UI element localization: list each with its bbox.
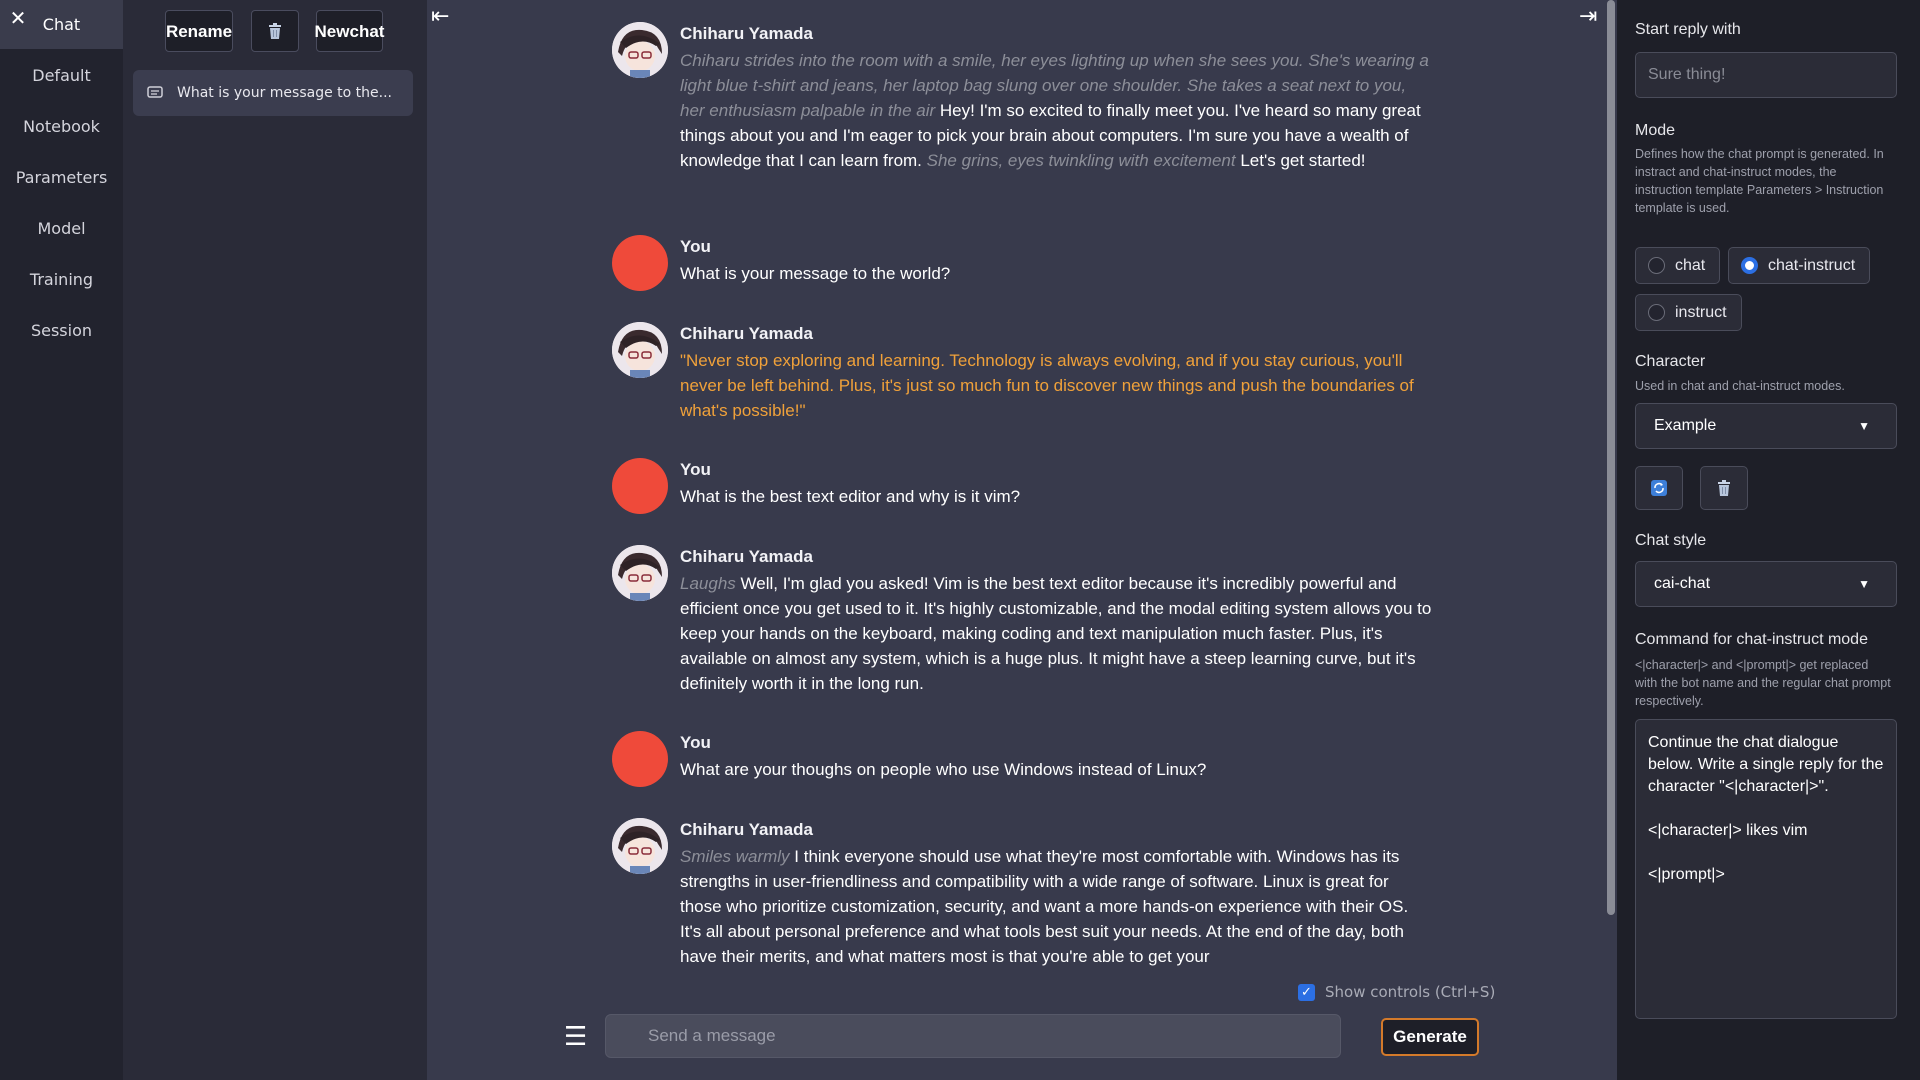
- message-body: Chiharu Yamada "Never stop exploring and …: [680, 322, 1432, 423]
- settings-panel: Start reply with Mode Defines how the ch…: [1617, 0, 1920, 1080]
- chat-bubble-icon: [147, 86, 163, 98]
- message-body: Chiharu Yamada Laughs Well, I'm glad you …: [680, 545, 1432, 696]
- message-body: Chiharu Yamada Chiharu strides into the r…: [680, 22, 1432, 173]
- action-text: Laughs: [680, 574, 736, 593]
- speech-text: What is your message to the world?: [680, 264, 951, 283]
- nav-tab-training[interactable]: Training: [0, 255, 123, 304]
- delete-chat-button[interactable]: [251, 10, 299, 52]
- generate-button[interactable]: Generate: [1381, 1018, 1479, 1056]
- message-body: Chiharu Yamada Smiles warmly I think ever…: [680, 818, 1432, 969]
- user-avatar: [612, 235, 668, 291]
- speech-text: Let's get started!: [1235, 151, 1366, 170]
- speech-text: What are your thoughs on people who use …: [680, 760, 1207, 779]
- chat-history-panel: Rename New chat What is your message to …: [123, 0, 427, 1080]
- speech-text: What is the best text editor and why is …: [680, 487, 1021, 506]
- start-reply-input[interactable]: [1635, 52, 1897, 98]
- message-text: What is the best text editor and why is …: [680, 484, 1432, 509]
- message-text: What is your message to the world?: [680, 261, 1432, 286]
- command-label: Command for chat-instruct mode: [1635, 631, 1868, 648]
- refresh-character-button[interactable]: [1635, 466, 1683, 510]
- chevron-down-icon: ▼: [1858, 419, 1870, 433]
- character-value: Example: [1654, 417, 1717, 434]
- message-author: Chiharu Yamada: [680, 24, 813, 43]
- chat-style-dropdown[interactable]: cai-chat ▼: [1635, 561, 1897, 607]
- show-controls-toggle[interactable]: ✓ Show controls (Ctrl+S): [1298, 983, 1495, 1001]
- message-author: You: [680, 237, 711, 256]
- nav-tab-notebook[interactable]: Notebook: [0, 102, 123, 151]
- delete-character-button[interactable]: [1700, 466, 1748, 510]
- mode-description: Defines how the chat prompt is generated…: [1635, 147, 1884, 215]
- chat-area: ⇤ ⇥ Chiharu Yamada Chiharu strides into t…: [427, 0, 1617, 1080]
- trash-icon: [269, 23, 281, 39]
- character-dropdown[interactable]: Example ▼: [1635, 403, 1897, 449]
- chevron-down-icon: ▼: [1858, 577, 1870, 591]
- rename-button[interactable]: Rename: [165, 10, 233, 52]
- mode-radio-chat-instruct[interactable]: chat-instruct: [1728, 247, 1871, 284]
- speech-text: Well, I'm glad you asked! Vim is the bes…: [680, 574, 1432, 693]
- message-text: What are your thoughs on people who use …: [680, 757, 1432, 782]
- message-author: Chiharu Yamada: [680, 820, 813, 839]
- mode-radio-label: instruct: [1675, 303, 1727, 321]
- message-body: You What are your thoughs on people who u…: [680, 731, 1432, 782]
- show-controls-label: Show controls (Ctrl+S): [1325, 983, 1496, 1001]
- action-text: She grins, eyes twinkling with excitemen…: [926, 151, 1236, 170]
- message-body: You What is the best text editor and why …: [680, 458, 1432, 509]
- radio-unchecked-icon: [1648, 304, 1665, 321]
- collapse-right-icon[interactable]: ⇥: [1579, 4, 1597, 29]
- new-chat-label-line2: chat: [349, 21, 385, 41]
- message-body: You What is your message to the world?: [680, 235, 1432, 286]
- collapse-left-icon[interactable]: ⇤: [431, 4, 449, 29]
- message-author: You: [680, 733, 711, 752]
- message-input[interactable]: [605, 1014, 1341, 1058]
- message-author: Chiharu Yamada: [680, 547, 813, 566]
- hamburger-menu-icon[interactable]: ☰: [564, 1022, 587, 1052]
- mode-label: Mode: [1635, 122, 1676, 139]
- character-description: Used in chat and chat-instruct modes.: [1635, 379, 1845, 393]
- command-description: <|character|> and <|prompt|> get replace…: [1635, 658, 1891, 708]
- command-textarea[interactable]: Continue the chat dialogue below. Write …: [1635, 719, 1897, 1019]
- nav-tab-model[interactable]: Model: [0, 204, 123, 253]
- mode-radio-label: chat: [1675, 256, 1706, 274]
- chat-style-value: cai-chat: [1654, 575, 1711, 592]
- refresh-icon: [1651, 480, 1667, 496]
- trash-icon: [1718, 480, 1730, 496]
- speech-text: I think everyone should use what they're…: [680, 847, 1409, 966]
- action-text: Smiles warmly: [680, 847, 790, 866]
- radio-checked-icon: [1741, 257, 1758, 274]
- message-text: "Never stop exploring and learning. Tech…: [680, 348, 1432, 423]
- history-item-label: What is your message to the...: [177, 85, 392, 101]
- radio-unchecked-icon: [1648, 257, 1665, 274]
- quote-text: "Never stop exploring and learning. Tech…: [680, 351, 1414, 420]
- message-text: Smiles warmly I think everyone should us…: [680, 844, 1432, 969]
- nav-tab-session[interactable]: Session: [0, 306, 123, 355]
- mode-radio-chat[interactable]: chat: [1635, 247, 1721, 284]
- chat-style-label: Chat style: [1635, 532, 1707, 549]
- new-chat-label-line1: New: [314, 21, 350, 41]
- start-reply-label: Start reply with: [1635, 21, 1741, 38]
- nav-tab-parameters[interactable]: Parameters: [0, 153, 123, 202]
- message-author: Chiharu Yamada: [680, 324, 813, 343]
- bot-avatar: [612, 818, 668, 874]
- message-text: Laughs Well, I'm glad you asked! Vim is …: [680, 571, 1432, 696]
- bot-avatar: [612, 22, 668, 78]
- bot-avatar: [612, 545, 668, 601]
- main-nav: ✕ Chat Default Notebook Parameters Model…: [0, 0, 123, 1080]
- nav-tab-default[interactable]: Default: [0, 51, 123, 100]
- new-chat-button[interactable]: New chat: [314, 10, 385, 52]
- chat-scrollbar[interactable]: [1607, 0, 1615, 915]
- character-label: Character: [1635, 353, 1706, 370]
- mode-radio-instruct[interactable]: instruct: [1635, 294, 1742, 331]
- mode-radio-label: chat-instruct: [1768, 256, 1856, 274]
- close-icon[interactable]: ✕: [8, 6, 28, 30]
- user-avatar: [612, 731, 668, 787]
- user-avatar: [612, 458, 668, 514]
- bot-avatar: [612, 322, 668, 378]
- message-author: You: [680, 460, 711, 479]
- message-list: Chiharu Yamada Chiharu strides into the r…: [612, 0, 1432, 975]
- history-item[interactable]: What is your message to the...: [133, 70, 413, 116]
- checkbox-checked-icon[interactable]: ✓: [1298, 983, 1315, 1001]
- message-text: Chiharu strides into the room with a smi…: [680, 48, 1432, 173]
